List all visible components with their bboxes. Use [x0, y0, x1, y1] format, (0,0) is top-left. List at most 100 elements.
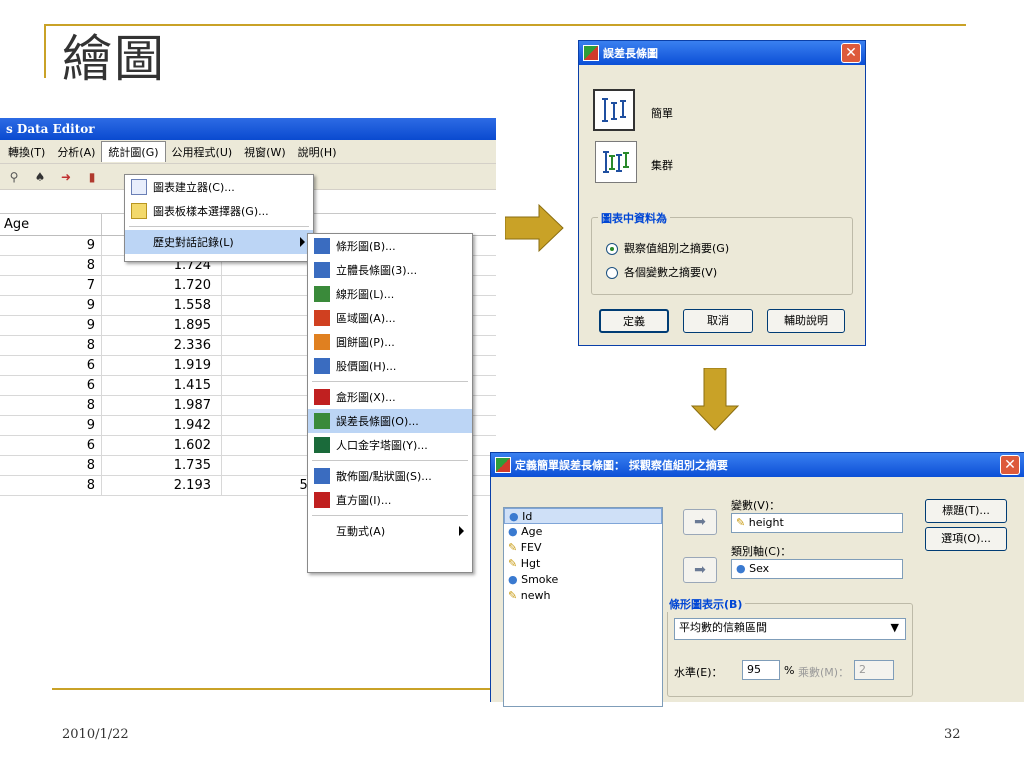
variable-field[interactable]: ✎ height [731, 513, 903, 533]
down-arrow-icon [690, 368, 740, 431]
legacy-menu-item[interactable]: 線形圖(L)... [308, 282, 472, 306]
table-cell[interactable]: 9 [0, 316, 102, 335]
slide-bottom-rule [52, 688, 492, 690]
radio-selected [606, 243, 618, 255]
variable-list-item[interactable]: ● Smoke [504, 572, 662, 588]
menu-analyze[interactable]: 分析(A) [51, 142, 101, 162]
menu-item-template-chooser[interactable]: 圖表板樣本選擇器(G)... [125, 199, 313, 223]
variable-list-item[interactable]: ● Age [504, 524, 662, 540]
close-icon[interactable]: ✕ [1000, 455, 1020, 475]
find-icon[interactable]: ⚲ [6, 169, 22, 185]
variable-list-item[interactable]: ● Id [504, 508, 662, 524]
table-cell[interactable]: 6 [0, 376, 102, 395]
clustered-error-bar-option[interactable] [595, 141, 637, 183]
table-cell[interactable]: 1.602 [102, 436, 222, 455]
legacy-menu-item[interactable]: 立體長條圖(3)... [308, 258, 472, 282]
table-cell[interactable]: 1.919 [102, 356, 222, 375]
summaries-variables-radio[interactable]: 各個變數之摘要(V) [606, 264, 717, 280]
table-cell[interactable]: 8 [0, 396, 102, 415]
chart-type-icon [314, 492, 330, 508]
spss-app-icon [583, 45, 599, 61]
column-header-age[interactable]: Age [0, 214, 102, 235]
table-cell[interactable]: 8 [0, 476, 102, 495]
level-input[interactable]: 95 [742, 660, 780, 680]
template-chooser-icon [131, 203, 147, 219]
table-cell[interactable]: 1.987 [102, 396, 222, 415]
multiplier-input[interactable]: 2 [854, 660, 894, 680]
insert-variable-icon[interactable]: ▮ [84, 169, 100, 185]
table-cell[interactable]: 2.336 [102, 336, 222, 355]
bars-represent-group: 條形圖表示(B) 平均數的信賴區間 ▼ 水準(E)： 95 % 乘數(M)： 2 [666, 596, 913, 697]
table-cell[interactable]: 1.895 [102, 316, 222, 335]
table-cell[interactable]: 7 [0, 276, 102, 295]
cancel-button[interactable]: 取消 [683, 309, 753, 333]
submenu-arrow-icon [300, 237, 305, 247]
table-cell[interactable]: 6 [0, 436, 102, 455]
titles-button[interactable]: 標題(T)... [925, 499, 1007, 523]
table-cell[interactable]: 9 [0, 416, 102, 435]
close-icon[interactable]: ✕ [841, 43, 861, 63]
menu-item-chart-builder[interactable]: 圖表建立器(C)... [125, 175, 313, 199]
options-button[interactable]: 選項(O)... [925, 527, 1007, 551]
insert-cases-icon[interactable]: ➜ [58, 169, 74, 185]
table-cell[interactable]: 8 [0, 456, 102, 475]
chart-type-icon [314, 468, 330, 484]
variable-list-item[interactable]: ✎ Hgt [504, 556, 662, 572]
right-arrow-icon [505, 203, 564, 253]
legacy-dialogs-submenu: 條形圖(B)... 立體長條圖(3)... 線形圖(L)... 區域圖(A)... 圓餅… [307, 233, 473, 573]
table-cell[interactable]: 1.558 [102, 296, 222, 315]
menu-window[interactable]: 視窗(W) [238, 142, 291, 162]
legacy-menu-item[interactable]: 散佈圖/點狀圖(S)... [308, 464, 472, 488]
scale-variable-icon: ✎ [736, 516, 746, 529]
legacy-menu-item[interactable]: 互動式(A) [308, 519, 472, 543]
data-in-chart-legend: 圖表中資料為 [598, 210, 670, 226]
legacy-menu-item[interactable]: 盒形圖(X)... [308, 385, 472, 409]
move-to-variable-button[interactable]: ➡ [683, 509, 717, 535]
category-axis-field[interactable]: ● Sex [731, 559, 903, 579]
define-dialog-title: 定義簡單誤差長條圖： 採觀察值組別之摘要 ✕ [491, 453, 1024, 477]
move-to-category-button[interactable]: ➡ [683, 557, 717, 583]
simple-error-bar-option[interactable] [593, 89, 635, 131]
table-cell[interactable]: 1.415 [102, 376, 222, 395]
legacy-menu-item[interactable]: 人口金字塔圖(Y)... [308, 433, 472, 457]
table-cell[interactable]: 1.720 [102, 276, 222, 295]
simple-error-bar-icon [602, 98, 626, 122]
legacy-menu-item[interactable]: 股價圖(H)... [308, 354, 472, 378]
level-label: 水準(E)： [674, 666, 723, 679]
legacy-menu-item[interactable]: 圓餅圖(P)... [308, 330, 472, 354]
menu-graphs[interactable]: 統計圖(G) [101, 141, 166, 162]
menu-help[interactable]: 說明(H) [292, 142, 343, 162]
nominal-variable-icon: ● [736, 562, 746, 575]
table-cell[interactable]: 1.735 [102, 456, 222, 475]
slide-title: 繪圖 [62, 30, 166, 88]
clustered-label: 集群 [651, 159, 673, 172]
menu-transform[interactable]: 轉換(T) [2, 142, 51, 162]
table-cell[interactable]: 8 [0, 336, 102, 355]
legacy-menu-item[interactable]: 誤差長條圖(O)... [308, 409, 472, 433]
help-button[interactable]: 輔助說明 [767, 309, 845, 333]
binoculars-icon[interactable]: ♠ [32, 169, 48, 185]
variable-list-item[interactable]: ✎ FEV [504, 540, 662, 556]
legacy-menu-item[interactable]: 區域圖(A)... [308, 306, 472, 330]
variable-list[interactable]: ● Id ● Age ✎ FEV ✎ Hgt ● Smoke ✎ newh [503, 507, 663, 707]
bars-represent-select[interactable]: 平均數的信賴區間 ▼ [674, 618, 906, 640]
data-in-chart-group: 圖表中資料為 觀察值組別之摘要(G) 各個變數之摘要(V) [591, 210, 853, 295]
table-cell[interactable]: 6 [0, 356, 102, 375]
summaries-groups-radio[interactable]: 觀察值組別之摘要(G) [606, 240, 729, 256]
define-button[interactable]: 定義 [599, 309, 669, 333]
variable-list-item[interactable]: ✎ newh [504, 588, 662, 604]
menu-utilities[interactable]: 公用程式(U) [166, 142, 239, 162]
legacy-menu-item[interactable]: 條形圖(B)... [308, 234, 472, 258]
table-cell[interactable]: 8 [0, 256, 102, 275]
table-cell[interactable]: 9 [0, 236, 102, 255]
menu-separator [312, 460, 468, 461]
menu-item-legacy-dialogs[interactable]: 歷史對話記錄(L) [125, 230, 313, 254]
table-cell[interactable]: 9 [0, 296, 102, 315]
percent-label: % [784, 664, 795, 677]
error-bar-dialog: 誤差長條圖 ✕ 簡單 集群 圖表中資料為 觀察值組別之摘要(G) 各個變數之摘要… [578, 40, 866, 346]
legacy-menu-item[interactable]: 直方圖(I)... [308, 488, 472, 512]
variable-label: 變數(V)： [731, 499, 781, 512]
table-cell[interactable]: 1.942 [102, 416, 222, 435]
chart-builder-icon [131, 179, 147, 195]
table-cell[interactable]: 2.193 [102, 476, 222, 495]
